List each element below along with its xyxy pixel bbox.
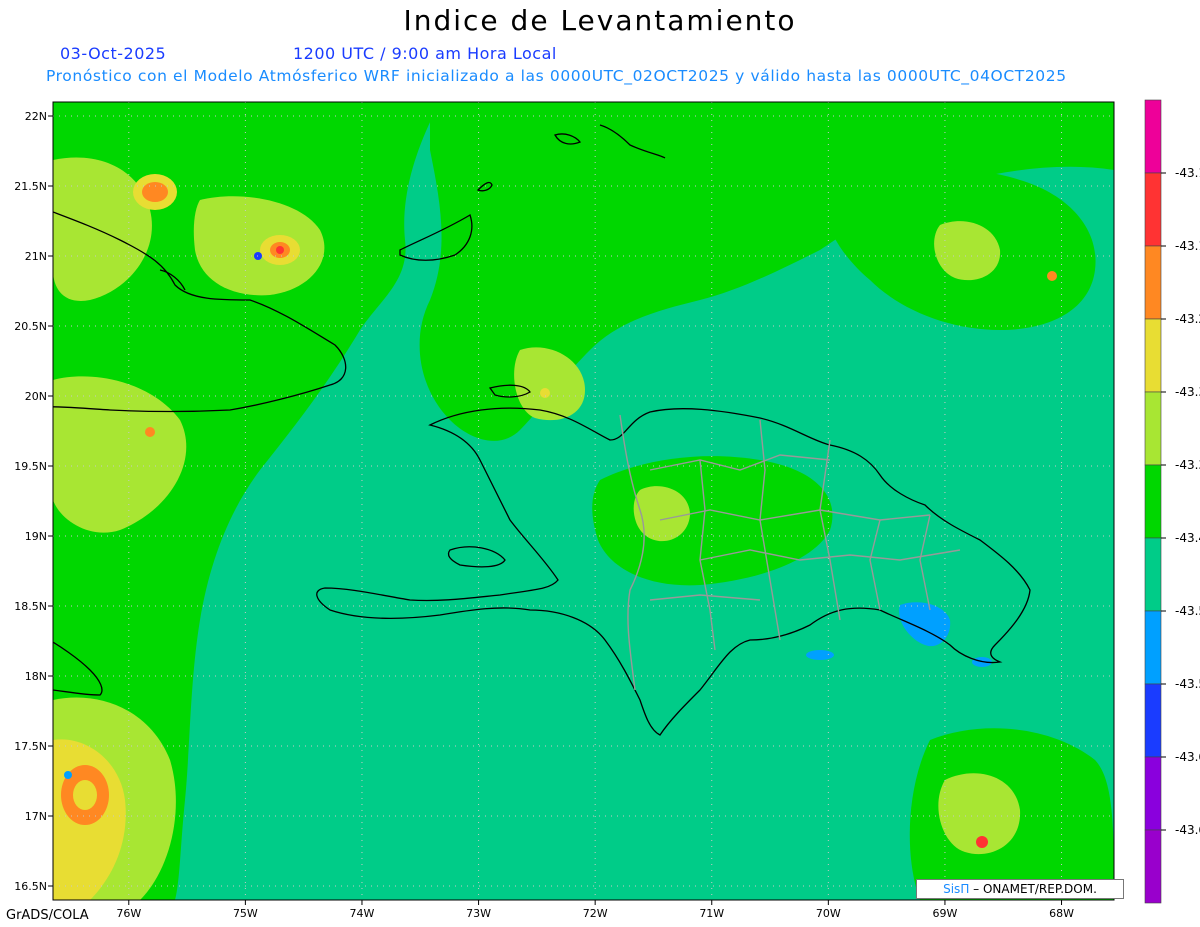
colorbar-segment [1144, 756, 1162, 831]
colorbar-segment [1144, 537, 1162, 612]
lat-label: 19N [25, 530, 47, 543]
colorbar-label: -43.2 [1175, 312, 1200, 326]
colorbar-label: -43.6 [1175, 823, 1200, 837]
lon-label: 74W [350, 907, 375, 920]
colorbar: -43.1 -43.1 -43.2 -43.3 -43.3 -43.4 -43.5 -43.5… [1144, 99, 1200, 904]
colorbar-segment [1144, 99, 1162, 174]
colorbar-label: -43.5 [1175, 604, 1200, 618]
colorbar-label: -43.6 [1175, 750, 1200, 764]
colorbar-segment [1144, 318, 1162, 393]
lon-label: 76W [116, 907, 141, 920]
lat-label: 18.5N [14, 600, 47, 613]
colorbar-segment [1144, 391, 1162, 466]
lon-label: 69W [933, 907, 958, 920]
orange-spot-5 [1047, 271, 1057, 281]
colorbar-segment [1144, 683, 1162, 758]
colorbar-segment [1144, 172, 1162, 247]
colorbar-segment [1144, 245, 1162, 320]
lat-label: 20N [25, 390, 47, 403]
credit-org: – ONAMET/REP.DOM. [973, 882, 1097, 896]
red-spot-4 [976, 836, 988, 848]
credit-brand: SisΠ [943, 882, 970, 896]
blue-spot-2 [64, 771, 72, 779]
lon-label: 70W [816, 907, 841, 920]
lat-label: 21.5N [14, 180, 47, 193]
lon-label: 68W [1049, 907, 1074, 920]
lat-label: 16.5N [14, 880, 47, 893]
colorbar-segment [1144, 464, 1162, 539]
lat-label: 20.5N [14, 320, 47, 333]
orange-spot-1 [142, 182, 168, 202]
yellow-core-3 [73, 780, 97, 810]
lon-label: 71W [699, 907, 724, 920]
colorbar-label: -43.1 [1175, 166, 1200, 180]
colorbar-label: -43.3 [1175, 458, 1200, 472]
credit-box: SisΠ – ONAMET/REP.DOM. [916, 879, 1124, 899]
lat-label: 18N [25, 670, 47, 683]
lat-label: 17.5N [14, 740, 47, 753]
colorbar-label: -43.5 [1175, 677, 1200, 691]
colorbar-label: -43.4 [1175, 531, 1200, 545]
colorbar-segment [1144, 610, 1162, 685]
lat-label: 19.5N [14, 460, 47, 473]
lon-label: 72W [583, 907, 608, 920]
blue-patch-2 [806, 650, 834, 660]
lat-label: 21N [25, 250, 47, 263]
lat-label: 17N [25, 810, 47, 823]
software-label: GrADS/COLA [6, 908, 89, 923]
colorbar-label: -43.1 [1175, 239, 1200, 253]
colorbar-label: -43.3 [1175, 385, 1200, 399]
forecast-map: 22N 21.5N 21N 20.5N 20N 19.5N 19N 18.5N 18N 17.5N… [14, 99, 1200, 920]
red-spot-2 [276, 246, 284, 254]
lat-label: 22N [25, 110, 47, 123]
colorbar-segment [1144, 829, 1162, 904]
orange-spot-6 [145, 427, 155, 437]
lon-label: 75W [233, 907, 258, 920]
lon-label: 73W [466, 907, 491, 920]
